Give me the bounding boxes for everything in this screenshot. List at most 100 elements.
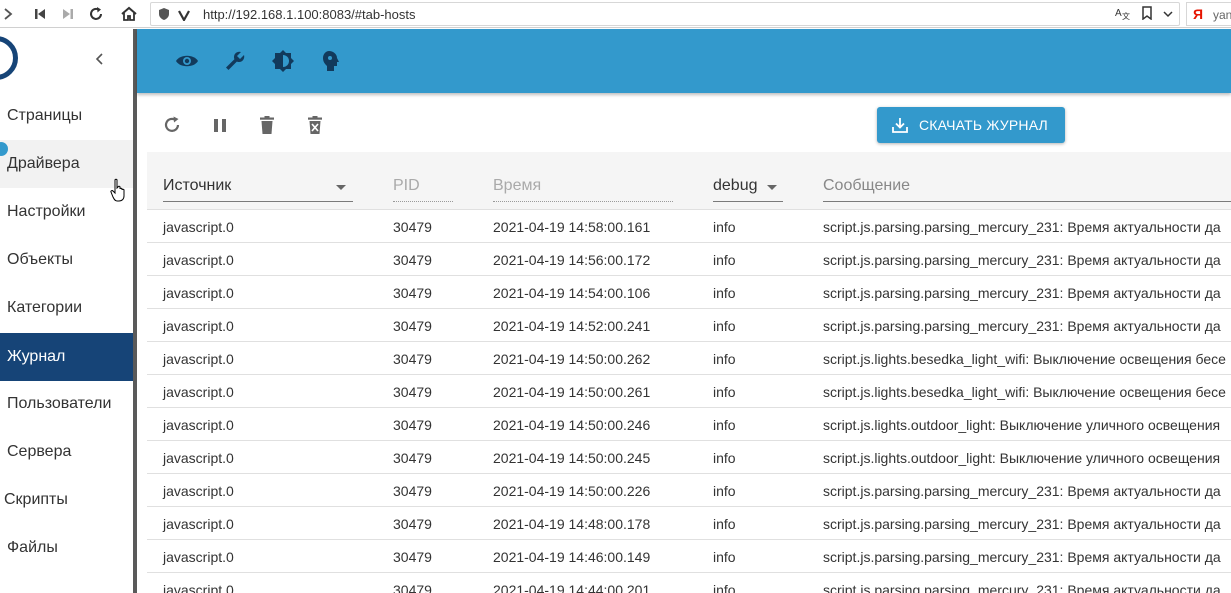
log-severity: info bbox=[713, 285, 736, 301]
severity-filter-underline bbox=[713, 201, 783, 202]
message-filter-underline bbox=[823, 201, 1231, 202]
table-row[interactable]: javascript.0 30479 2021-04-19 14:56:00.172… bbox=[147, 242, 1231, 275]
bookmark-icon[interactable] bbox=[1141, 6, 1153, 25]
download-log-label: СКАЧАТЬ ЖУРНАЛ bbox=[919, 117, 1048, 133]
sidebar: Страницы Драйвера Настройки Объекты Кате… bbox=[0, 29, 133, 593]
severity-filter[interactable]: debug bbox=[713, 177, 758, 195]
log-severity: info bbox=[713, 450, 736, 466]
table-row[interactable]: javascript.0 30479 2021-04-19 14:50:00.226… bbox=[147, 473, 1231, 506]
refresh-icon[interactable] bbox=[161, 114, 183, 136]
sidebar-item-label: Настройки bbox=[7, 203, 86, 220]
log-severity: info bbox=[713, 417, 736, 433]
log-time: 2021-04-19 14:54:00.106 bbox=[493, 285, 651, 301]
sidebar-item-log[interactable]: Журнал bbox=[0, 333, 133, 381]
skip-forward-icon[interactable] bbox=[58, 0, 78, 28]
log-message: script.js.parsing.parsing_mercury_231: В… bbox=[823, 252, 1221, 268]
log-severity: info bbox=[713, 582, 736, 593]
notification-badge bbox=[0, 142, 8, 156]
brightness-icon[interactable] bbox=[271, 49, 295, 73]
sidebar-item-categories[interactable]: Категории bbox=[0, 284, 133, 332]
browser-toolbar: http://192.168.1.100:8083/#tab-hosts A文 … bbox=[0, 0, 1231, 28]
log-pid: 30479 bbox=[393, 483, 432, 499]
address-bar[interactable]: http://192.168.1.100:8083/#tab-hosts A文 bbox=[150, 2, 1180, 26]
svg-text:A: A bbox=[1115, 8, 1122, 19]
reload-icon[interactable] bbox=[86, 0, 106, 28]
log-message: script.js.lights.outdoor_light: Выключен… bbox=[823, 450, 1221, 466]
log-source: javascript.0 bbox=[163, 549, 234, 565]
home-icon[interactable] bbox=[118, 0, 140, 28]
log-message: script.js.parsing.parsing_mercury_231: В… bbox=[823, 516, 1221, 532]
log-time: 2021-04-19 14:52:00.241 bbox=[493, 318, 651, 334]
search-box[interactable]: Я yan bbox=[1186, 2, 1231, 26]
log-source: javascript.0 bbox=[163, 252, 234, 268]
sidebar-item-label: Журнал bbox=[7, 348, 66, 365]
chevron-down-icon[interactable] bbox=[1163, 7, 1173, 25]
log-time: 2021-04-19 14:50:00.262 bbox=[493, 351, 651, 367]
log-source: javascript.0 bbox=[163, 285, 234, 301]
sidebar-item-files[interactable]: Файлы bbox=[0, 524, 133, 572]
log-time: 2021-04-19 14:50:00.246 bbox=[493, 417, 651, 433]
log-pid: 30479 bbox=[393, 219, 432, 235]
delete-all-icon[interactable] bbox=[304, 114, 326, 136]
vpn-icon[interactable] bbox=[178, 8, 190, 26]
sidebar-item-label: Объекты bbox=[7, 251, 73, 268]
log-severity: info bbox=[713, 318, 736, 334]
log-severity: info bbox=[713, 549, 736, 565]
sidebar-resize-handle[interactable] bbox=[133, 29, 137, 593]
source-filter-underline bbox=[163, 201, 353, 202]
app-header bbox=[137, 29, 1231, 93]
log-pid: 30479 bbox=[393, 582, 432, 593]
table-row[interactable]: javascript.0 30479 2021-04-19 14:52:00.241… bbox=[147, 308, 1231, 341]
severity-dropdown-icon[interactable] bbox=[767, 185, 777, 190]
log-time: 2021-04-19 14:56:00.172 bbox=[493, 252, 651, 268]
sidebar-item-label: Категории bbox=[7, 299, 83, 316]
skip-back-icon[interactable] bbox=[30, 0, 50, 28]
head-icon[interactable] bbox=[319, 49, 343, 73]
sidebar-item-users[interactable]: Пользователи bbox=[0, 380, 133, 428]
log-severity: info bbox=[713, 384, 736, 400]
log-pid: 30479 bbox=[393, 417, 432, 433]
logo bbox=[0, 36, 18, 80]
source-dropdown-icon[interactable] bbox=[336, 185, 346, 190]
log-source: javascript.0 bbox=[163, 450, 234, 466]
table-row[interactable]: javascript.0 30479 2021-04-19 14:50:00.261… bbox=[147, 374, 1231, 407]
log-pid: 30479 bbox=[393, 252, 432, 268]
log-source: javascript.0 bbox=[163, 219, 234, 235]
log-message: script.js.parsing.parsing_mercury_231: В… bbox=[823, 549, 1221, 565]
log-source: javascript.0 bbox=[163, 417, 234, 433]
sidebar-item-hosts[interactable]: Сервера bbox=[0, 428, 133, 476]
download-icon bbox=[892, 118, 908, 133]
table-row[interactable]: javascript.0 30479 2021-04-19 14:48:00.178… bbox=[147, 506, 1231, 539]
eye-icon[interactable] bbox=[175, 49, 199, 73]
translate-icon[interactable]: A文 bbox=[1115, 6, 1131, 25]
table-row[interactable]: javascript.0 30479 2021-04-19 14:50:00.246… bbox=[147, 407, 1231, 440]
log-pid: 30479 bbox=[393, 450, 432, 466]
message-filter-input[interactable]: Сообщение bbox=[823, 177, 910, 195]
log-pid: 30479 bbox=[393, 318, 432, 334]
log-pid: 30479 bbox=[393, 516, 432, 532]
download-log-button[interactable]: СКАЧАТЬ ЖУРНАЛ bbox=[877, 107, 1065, 143]
wrench-icon[interactable] bbox=[223, 49, 247, 73]
table-row[interactable]: javascript.0 30479 2021-04-19 14:46:00.149… bbox=[147, 539, 1231, 572]
log-time: 2021-04-19 14:44:00.201 bbox=[493, 582, 651, 593]
log-time: 2021-04-19 14:48:00.178 bbox=[493, 516, 651, 532]
log-pid: 30479 bbox=[393, 285, 432, 301]
sidebar-item-objects[interactable]: Объекты bbox=[0, 236, 133, 284]
forward-icon[interactable] bbox=[0, 0, 16, 28]
table-row[interactable]: javascript.0 30479 2021-04-19 14:44:00.201… bbox=[147, 572, 1231, 593]
sidebar-item-label: Файлы bbox=[7, 539, 58, 556]
search-engine-text: yan bbox=[1213, 8, 1231, 22]
table-row[interactable]: javascript.0 30479 2021-04-19 14:50:00.245… bbox=[147, 440, 1231, 473]
table-row[interactable]: javascript.0 30479 2021-04-19 14:54:00.106… bbox=[147, 275, 1231, 308]
log-source: javascript.0 bbox=[163, 318, 234, 334]
pause-icon[interactable] bbox=[209, 114, 231, 136]
log-severity: info bbox=[713, 252, 736, 268]
sidebar-item-pages[interactable]: Страницы bbox=[0, 92, 133, 140]
source-filter[interactable]: Источник bbox=[163, 177, 231, 195]
chevron-left-icon[interactable] bbox=[92, 51, 108, 67]
delete-icon[interactable] bbox=[256, 114, 278, 136]
sidebar-item-label: Сервера bbox=[7, 443, 72, 460]
table-row[interactable]: javascript.0 30479 2021-04-19 14:50:00.262… bbox=[147, 341, 1231, 374]
sidebar-item-scripts[interactable]: Скрипты bbox=[0, 476, 133, 524]
table-row[interactable]: javascript.0 30479 2021-04-19 14:58:00.161… bbox=[147, 209, 1231, 242]
